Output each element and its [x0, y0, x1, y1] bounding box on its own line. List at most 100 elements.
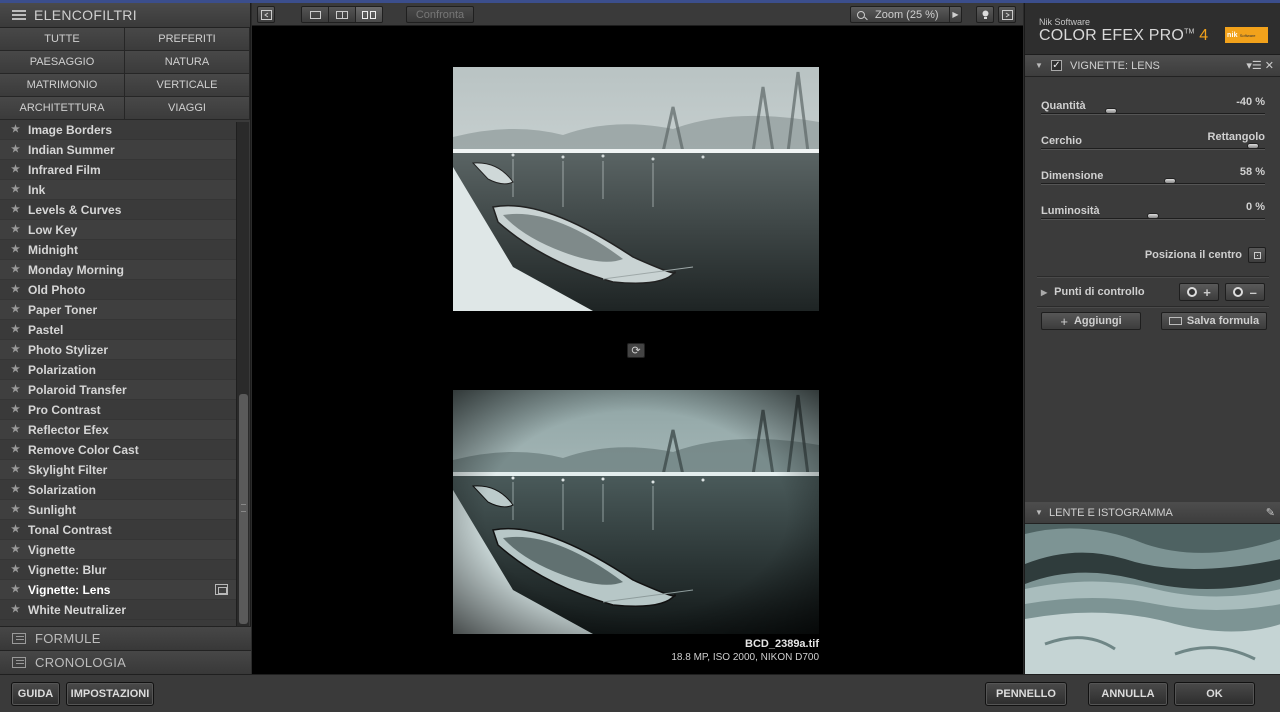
filter-item[interactable]: ★ White Neutralizer	[0, 600, 236, 620]
compare-button[interactable]: Confronta	[406, 6, 474, 23]
favorite-star-icon[interactable]: ★	[11, 604, 23, 615]
favorite-star-icon[interactable]: ★	[11, 524, 23, 535]
loupe-view[interactable]	[1025, 524, 1280, 674]
filter-item[interactable]: ★ Ink	[0, 180, 236, 200]
favorite-star-icon[interactable]: ★	[11, 484, 23, 495]
add-control-point-button[interactable]: +	[1179, 283, 1219, 301]
apply-stack-icon[interactable]	[215, 584, 228, 595]
category-verticale[interactable]: VERTICALE	[125, 74, 250, 97]
favorite-star-icon[interactable]: ★	[11, 504, 23, 515]
favorite-star-icon[interactable]: ★	[11, 164, 23, 175]
place-center-button[interactable]	[1248, 247, 1266, 263]
loupe-histogram-header[interactable]: ▼ LENTE E ISTOGRAMMA ✎	[1025, 502, 1280, 524]
pin-icon[interactable]: ✎	[1266, 506, 1275, 519]
favorite-star-icon[interactable]: ★	[11, 384, 23, 395]
swap-images-button[interactable]: ⟳	[627, 343, 645, 358]
expand-triangle-icon[interactable]: ▶	[1041, 288, 1047, 297]
favorite-star-icon[interactable]: ★	[11, 264, 23, 275]
filtered-image[interactable]	[453, 390, 819, 634]
filter-item[interactable]: ★ Vignette	[0, 540, 236, 560]
add-filter-button[interactable]: + Aggiungi	[1041, 312, 1141, 330]
favorite-star-icon[interactable]: ★	[11, 204, 23, 215]
filter-item[interactable]: ★ Photo Stylizer	[0, 340, 236, 360]
filter-enabled-checkbox[interactable]: ✓	[1051, 60, 1062, 71]
zoom-arrow-icon[interactable]: ▶	[949, 7, 961, 22]
filter-item[interactable]: ★ Levels & Curves	[0, 200, 236, 220]
filter-item[interactable]: ★ Image Borders	[0, 120, 236, 140]
brush-button[interactable]: PENNELLO	[985, 682, 1067, 706]
slider-thumb[interactable]	[1147, 213, 1159, 219]
favorite-star-icon[interactable]: ★	[11, 184, 23, 195]
favorite-star-icon[interactable]: ★	[11, 544, 23, 555]
favorite-star-icon[interactable]: ★	[11, 584, 23, 595]
filter-item[interactable]: ★ Infrared Film	[0, 160, 236, 180]
filter-item[interactable]: ★ Sunlight	[0, 500, 236, 520]
scrollbar-thumb[interactable]	[239, 394, 248, 624]
settings-button[interactable]: IMPOSTAZIONI	[66, 682, 154, 706]
view-single-button[interactable]	[302, 7, 329, 22]
slider-track[interactable]	[1041, 113, 1265, 115]
favorite-star-icon[interactable]: ★	[11, 224, 23, 235]
slider-thumb[interactable]	[1164, 178, 1176, 184]
favorite-star-icon[interactable]: ★	[11, 324, 23, 335]
favorite-star-icon[interactable]: ★	[11, 464, 23, 475]
favorite-star-icon[interactable]: ★	[11, 564, 23, 575]
filter-item[interactable]: ★ Low Key	[0, 220, 236, 240]
filter-list-header[interactable]: ELENCOFILTRI	[0, 3, 250, 28]
category-paesaggio[interactable]: PAESAGGIO	[0, 51, 125, 74]
view-side-by-side-button[interactable]	[356, 7, 382, 22]
favorite-star-icon[interactable]: ★	[11, 364, 23, 375]
filter-item[interactable]: ★ Reflector Efex	[0, 420, 236, 440]
ok-button[interactable]: OK	[1174, 682, 1255, 706]
filter-item[interactable]: ★ Pro Contrast	[0, 400, 236, 420]
formule-section[interactable]: FORMULE	[0, 626, 251, 650]
filter-item[interactable]: ★ Solarization	[0, 480, 236, 500]
cancel-button[interactable]: ANNULLA	[1088, 682, 1168, 706]
favorite-star-icon[interactable]: ★	[11, 404, 23, 415]
cronologia-section[interactable]: CRONOLOGIA	[0, 650, 251, 674]
favorite-star-icon[interactable]: ★	[11, 304, 23, 315]
filter-header[interactable]: ▼ ✓ VIGNETTE: LENS ▾☰ ✕	[1025, 55, 1280, 77]
filter-item[interactable]: ★ Pastel	[0, 320, 236, 340]
guide-button[interactable]: GUIDA	[11, 682, 60, 706]
favorite-star-icon[interactable]: ★	[11, 244, 23, 255]
param-value[interactable]: 58 %	[1240, 166, 1265, 178]
filter-item[interactable]: ★ Monday Morning	[0, 260, 236, 280]
filter-item[interactable]: ★ Midnight	[0, 240, 236, 260]
hide-panel-button[interactable]	[257, 6, 275, 23]
param-value[interactable]: 0 %	[1246, 201, 1265, 213]
hide-right-panel-button[interactable]	[998, 6, 1016, 23]
filter-item[interactable]: ★ Polaroid Transfer	[0, 380, 236, 400]
filter-item[interactable]: ★ Skylight Filter	[0, 460, 236, 480]
param-value[interactable]: Rettangolo	[1208, 131, 1265, 143]
filter-item[interactable]: ★ Polarization	[0, 360, 236, 380]
category-natura[interactable]: NATURA	[125, 51, 250, 74]
favorite-star-icon[interactable]: ★	[11, 344, 23, 355]
slider-track[interactable]	[1041, 183, 1265, 185]
favorite-star-icon[interactable]: ★	[11, 424, 23, 435]
favorite-star-icon[interactable]: ★	[11, 444, 23, 455]
original-image[interactable]	[453, 67, 819, 311]
filter-item[interactable]: ★ Paper Toner	[0, 300, 236, 320]
control-points-row[interactable]: ▶ Punti di controllo + –	[1025, 280, 1280, 304]
background-brightness-button[interactable]	[976, 6, 994, 23]
filter-item[interactable]: ★ Vignette: Lens	[0, 580, 236, 600]
collapse-triangle-icon[interactable]: ▼	[1035, 508, 1045, 517]
param-value[interactable]: -40 %	[1236, 96, 1265, 108]
filter-item[interactable]: ★ Old Photo	[0, 280, 236, 300]
remove-control-point-button[interactable]: –	[1225, 283, 1265, 301]
save-recipe-button[interactable]: Salva formula	[1161, 312, 1267, 330]
favorite-star-icon[interactable]: ★	[11, 144, 23, 155]
view-split-button[interactable]	[329, 7, 356, 22]
filter-item[interactable]: ★ Indian Summer	[0, 140, 236, 160]
filter-item[interactable]: ★ Vignette: Blur	[0, 560, 236, 580]
slider-thumb[interactable]	[1247, 143, 1259, 149]
filter-item[interactable]: ★ Tonal Contrast	[0, 520, 236, 540]
zoom-control[interactable]: Zoom (25 %) ▶	[850, 6, 962, 23]
category-preferiti[interactable]: PREFERITI	[125, 28, 250, 51]
category-viaggi[interactable]: VIAGGI	[125, 97, 250, 120]
category-matrimonio[interactable]: MATRIMONIO	[0, 74, 125, 97]
filter-item[interactable]: ★ Remove Color Cast	[0, 440, 236, 460]
filter-menu-close-icons[interactable]: ▾☰ ✕	[1246, 59, 1274, 72]
collapse-triangle-icon[interactable]: ▼	[1035, 61, 1045, 70]
